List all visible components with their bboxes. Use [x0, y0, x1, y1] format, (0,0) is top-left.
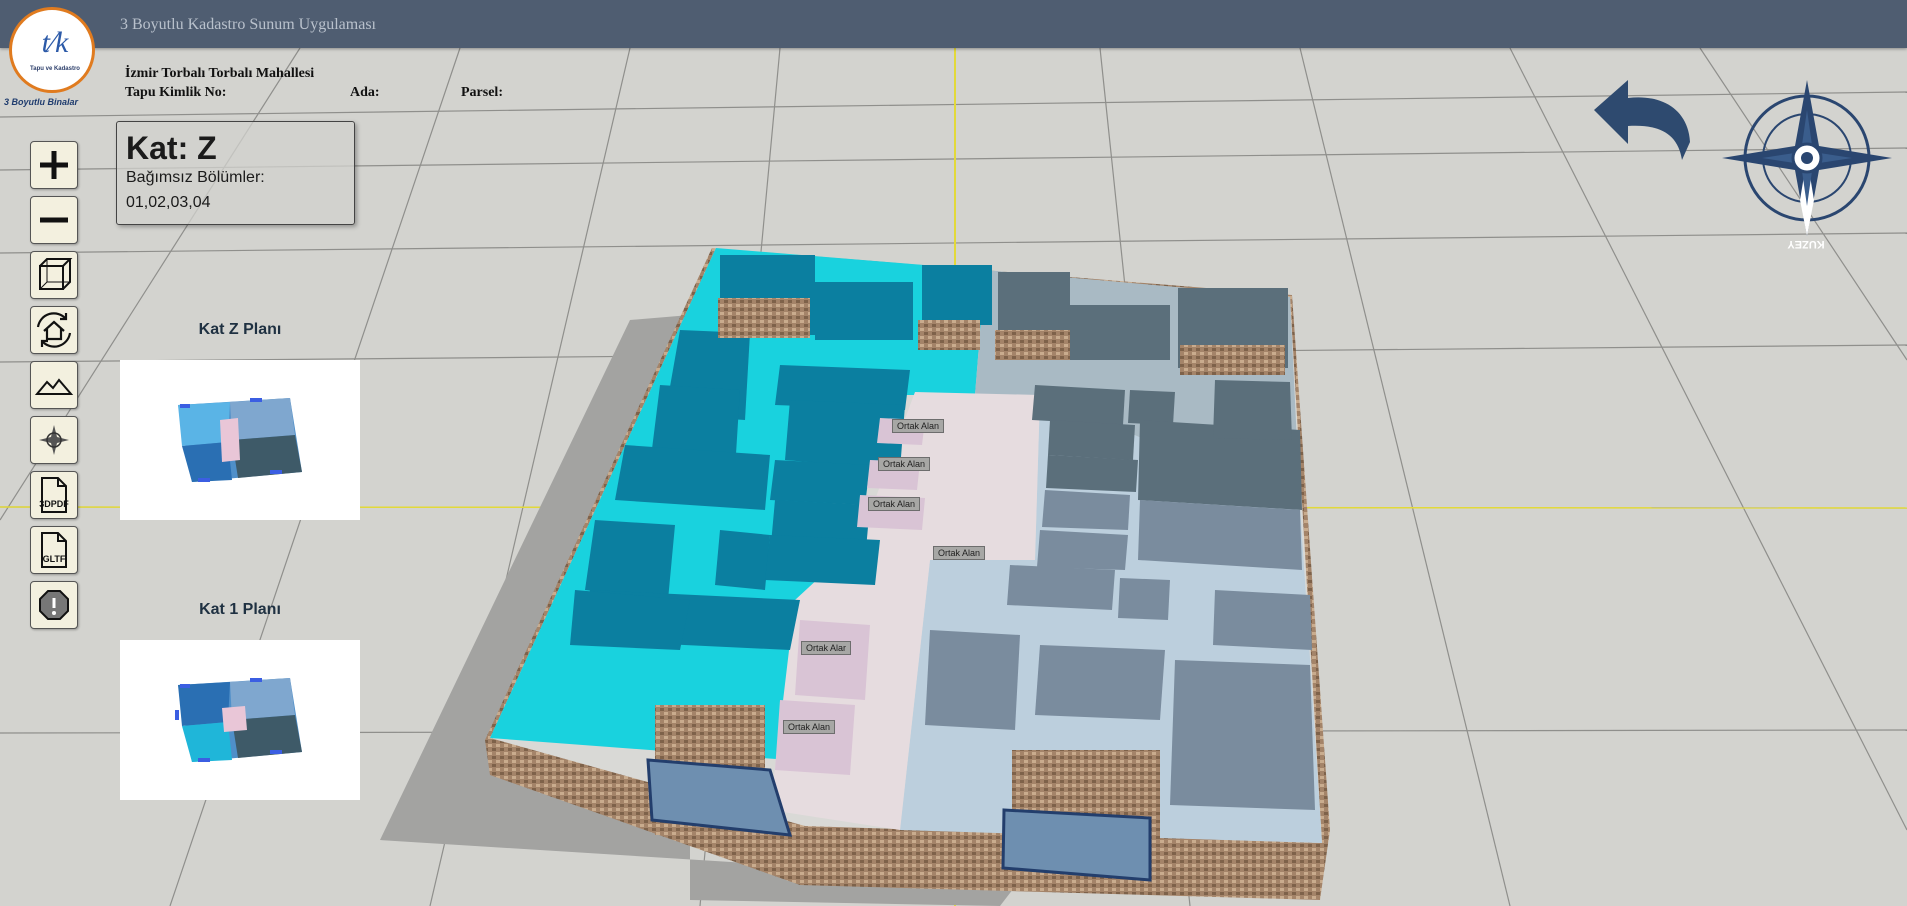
plan-kat-z-image	[178, 398, 302, 482]
plan-title-kat-z: Kat Z Planı	[198, 321, 282, 338]
logo-subtitle: 3 Boyutlu Binalar	[4, 97, 79, 107]
glass-window-right	[1001, 808, 1152, 882]
compass-label: KUZEY	[1787, 238, 1825, 250]
tapu-label: Tapu Kimlik No:	[125, 85, 227, 100]
export-gltf-button[interactable]: GLTF	[30, 526, 78, 574]
label-common-area-2: Ortak Alan	[878, 457, 931, 471]
home-rotate-icon	[36, 312, 72, 348]
compass-icon	[39, 425, 69, 455]
back-brick-3	[995, 330, 1070, 360]
file-icon	[41, 477, 67, 513]
label-common-area-3: Ortak Alan	[868, 497, 921, 511]
zoom-in-button[interactable]	[30, 141, 78, 189]
3dpdf-label: 3DPDF	[39, 499, 69, 509]
gltf-label: GLTF	[42, 554, 66, 564]
warning-button[interactable]	[30, 581, 78, 629]
plan-thumbnail-kat-z[interactable]	[120, 360, 360, 520]
zoom-out-button[interactable]	[30, 196, 78, 244]
mountain-icon	[34, 378, 74, 395]
units-value: 01,02,03,04	[126, 194, 211, 211]
export-3dpdf-button[interactable]: 3DPDF	[30, 471, 78, 519]
rotate-building-button[interactable]	[30, 306, 78, 354]
label-common-area-5: Ortak Alar	[801, 641, 852, 655]
units-label: Bağımsız Bölümler:	[126, 169, 265, 186]
back-arrow-icon[interactable]	[1590, 72, 1700, 162]
north-compass-icon	[1722, 80, 1892, 236]
file-icon	[41, 532, 67, 568]
back-brick-1	[718, 298, 810, 338]
terrain-button[interactable]	[30, 361, 78, 409]
app-logo[interactable]: t⁄k Tapu ve Kadastro 3 Boyutlu Binalar	[4, 6, 96, 107]
label-common-area-6: Ortak Alan	[783, 720, 836, 734]
back-brick-4	[1180, 345, 1285, 375]
logo-text: Tapu ve Kadastro	[30, 66, 80, 72]
alert-octagon-icon	[39, 590, 69, 620]
top-bar: 3 Boyutlu Kadastro Sunum Uygulaması	[0, 0, 1907, 48]
logo-mark-icon: t⁄k	[41, 26, 69, 59]
plan-title-kat-1: Kat 1 Planı	[199, 601, 281, 618]
compass-button[interactable]	[30, 416, 78, 464]
floor-info-panel: Kat: Z Bağımsız Bölümler: 01,02,03,04	[116, 121, 355, 225]
back-brick-2	[918, 320, 980, 350]
label-common-area-4: Ortak Alan	[933, 546, 986, 560]
minus-icon	[40, 217, 68, 223]
parcel-location: İzmir Torbalı Torbalı Mahallesi	[125, 66, 315, 81]
cube-view-button[interactable]	[30, 251, 78, 299]
app-title: 3 Boyutlu Kadastro Sunum Uygulaması	[120, 16, 376, 33]
parsel-label: Parsel:	[461, 85, 503, 100]
label-common-area-1: Ortak Alan	[892, 419, 945, 433]
ada-label: Ada:	[350, 85, 380, 100]
floor-title: Kat: Z	[126, 130, 217, 166]
plan-thumbnail-kat-1[interactable]	[120, 640, 360, 800]
plus-icon	[40, 151, 68, 179]
plan-kat-1-image	[175, 678, 302, 762]
logo-circle: t⁄k Tapu ve Kadastro	[9, 7, 95, 93]
cube-icon	[39, 258, 73, 290]
